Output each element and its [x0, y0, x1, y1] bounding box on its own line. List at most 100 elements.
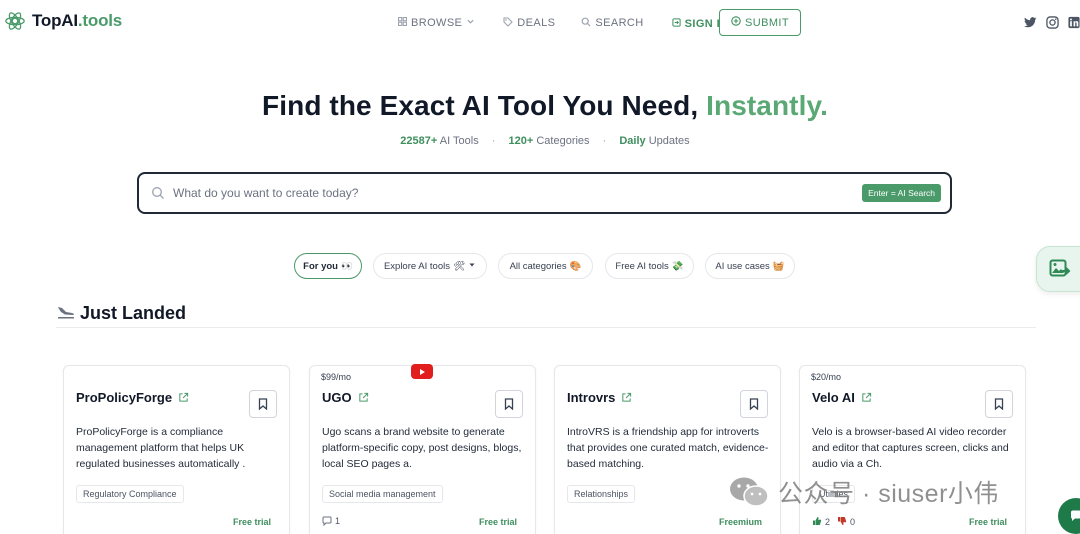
youtube-icon[interactable] — [411, 364, 433, 379]
tool-description: IntroVRS is a friendship app for introve… — [567, 426, 769, 470]
stat-updates-value: Daily — [619, 135, 646, 147]
downvote-count: 0 — [850, 517, 856, 527]
watermark-text: 公众号 · siuser小伟 — [778, 480, 999, 508]
twitter-icon[interactable] — [1023, 15, 1037, 29]
chevron-down-icon — [466, 17, 475, 29]
watermark: 公众号 · siuser小伟 — [728, 474, 999, 510]
external-link-icon — [862, 392, 872, 402]
logo[interactable]: TopAI.tools — [4, 10, 122, 32]
tool-name-link[interactable]: Introvrs — [567, 390, 632, 405]
tool-name-link[interactable]: ProPolicyForge — [76, 390, 189, 405]
eyes-icon: 👀 — [341, 260, 353, 272]
chip-free-tools[interactable]: Free AI tools 💸 — [605, 253, 694, 279]
ai-search-button[interactable]: Enter = AI Search — [862, 184, 941, 202]
airplane-landing-icon — [56, 304, 76, 324]
category-tag[interactable]: Relationships — [567, 485, 636, 503]
instagram-icon[interactable] — [1045, 15, 1059, 29]
chip-label: AI use cases — [715, 260, 770, 272]
section-title: Just Landed — [80, 303, 187, 323]
chip-label: Explore AI tools — [383, 260, 450, 272]
section-header: Just Landed — [56, 303, 186, 324]
comment-count-value: 1 — [335, 516, 341, 526]
tool-card[interactable]: ProPolicyForge ProPolicyForge is a compl… — [63, 365, 290, 534]
nav-deals-label: DEALS — [517, 17, 556, 29]
chip-use-cases[interactable]: AI use cases 🧺 — [705, 253, 795, 279]
tool-name-link[interactable]: UGO — [322, 390, 369, 405]
comment-count[interactable]: 1 — [322, 516, 340, 526]
category-tag[interactable]: Social media management — [322, 485, 443, 503]
section-divider — [56, 327, 1036, 328]
stat-tools-value: 22587+ — [400, 135, 438, 147]
bookmark-button[interactable] — [495, 390, 523, 418]
floating-image-edit-button[interactable] — [1036, 246, 1080, 292]
logo-icon — [5, 12, 25, 30]
tools-icon: 🛠 — [452, 260, 466, 272]
search-icon — [581, 17, 591, 30]
search-bar[interactable]: Enter = AI Search — [137, 172, 952, 214]
nav-search-label: SEARCH — [595, 17, 644, 29]
nav-links: BROWSE DEALS SEARCH SIGN IN — [398, 16, 728, 30]
chat-button[interactable] — [1058, 498, 1080, 534]
tool-name: Velo AI — [812, 390, 855, 405]
linkedin-icon[interactable] — [1068, 15, 1080, 29]
page-title: Find the Exact AI Tool You Need, Instant… — [0, 90, 1080, 122]
nav-deals[interactable]: DEALS — [503, 16, 556, 30]
thumbs-up-icon[interactable] — [812, 516, 822, 528]
tool-card[interactable]: $99/mo UGO Ugo scans a brand website to … — [309, 365, 536, 534]
comment-icon — [322, 516, 332, 526]
title-main: Find the Exact AI Tool You Need, — [262, 90, 699, 121]
nav-browse-label: BROWSE — [411, 17, 463, 29]
external-link-icon — [358, 392, 368, 402]
chip-label: For you — [303, 260, 338, 272]
bookmark-icon — [504, 398, 514, 410]
chip-explore-tools[interactable]: Explore AI tools 🛠 — [373, 253, 487, 279]
external-link-icon — [622, 392, 632, 402]
stat-categories-value: 120+ — [508, 135, 534, 147]
separator-dot: · — [491, 135, 496, 147]
sign-in-icon — [672, 18, 681, 30]
tag-icon — [503, 16, 514, 30]
chip-all-categories[interactable]: All categories 🎨 — [498, 253, 593, 279]
pricing-label: Free trial — [478, 517, 517, 527]
logo-text: TopAI.tools — [32, 11, 123, 30]
category-tag[interactable]: Regulatory Compliance — [76, 485, 184, 503]
bookmark-button[interactable] — [249, 390, 277, 418]
chip-label: All categories — [509, 260, 567, 272]
grid-icon — [398, 17, 408, 29]
tool-name: UGO — [322, 390, 352, 405]
separator-dot: · — [602, 135, 607, 147]
price-label: $20/mo — [811, 372, 842, 382]
tool-name: Introvrs — [567, 390, 616, 405]
stat-tools-label: AI Tools — [439, 135, 479, 147]
chip-label: Free AI tools — [615, 260, 669, 272]
submit-button[interactable]: SUBMIT — [719, 9, 801, 36]
basket-icon: 🧺 — [772, 260, 785, 272]
tool-name-link[interactable]: Velo AI — [812, 390, 872, 405]
palette-icon: 🎨 — [569, 260, 582, 272]
stat-categories-label: Categories — [536, 135, 590, 147]
top-nav: TopAI.tools BROWSE DEALS SEARCH SIGN IN … — [0, 0, 1080, 46]
pricing-label: Free trial — [968, 517, 1007, 527]
filter-chips: For you 👀 Explore AI tools 🛠 All categor… — [0, 253, 1080, 279]
bookmark-button[interactable] — [740, 390, 768, 418]
thumbs-down-icon[interactable] — [837, 516, 847, 528]
wechat-icon — [730, 477, 769, 507]
external-link-icon — [179, 392, 189, 402]
bookmark-icon — [749, 398, 759, 410]
stats-row: 22587+ AI Tools · 120+ Categories · Dail… — [0, 135, 1080, 147]
tool-description: ProPolicyForge is a compliance managemen… — [76, 426, 246, 470]
vote-counts: 2 0 — [812, 516, 855, 528]
title-accent: Instantly. — [706, 90, 828, 121]
bookmark-button[interactable] — [985, 390, 1013, 418]
nav-search[interactable]: SEARCH — [581, 17, 643, 30]
bookmark-icon — [258, 398, 268, 410]
upvote-count: 2 — [825, 517, 831, 527]
money-icon: 💸 — [671, 260, 684, 272]
price-label: $99/mo — [321, 372, 352, 382]
nav-browse[interactable]: BROWSE — [398, 17, 475, 29]
image-edit-icon — [1049, 259, 1071, 277]
search-input[interactable] — [173, 183, 813, 203]
pricing-label: Free trial — [232, 517, 271, 527]
chip-for-you[interactable]: For you 👀 — [294, 253, 362, 279]
pricing-label: Freemium — [718, 517, 762, 527]
